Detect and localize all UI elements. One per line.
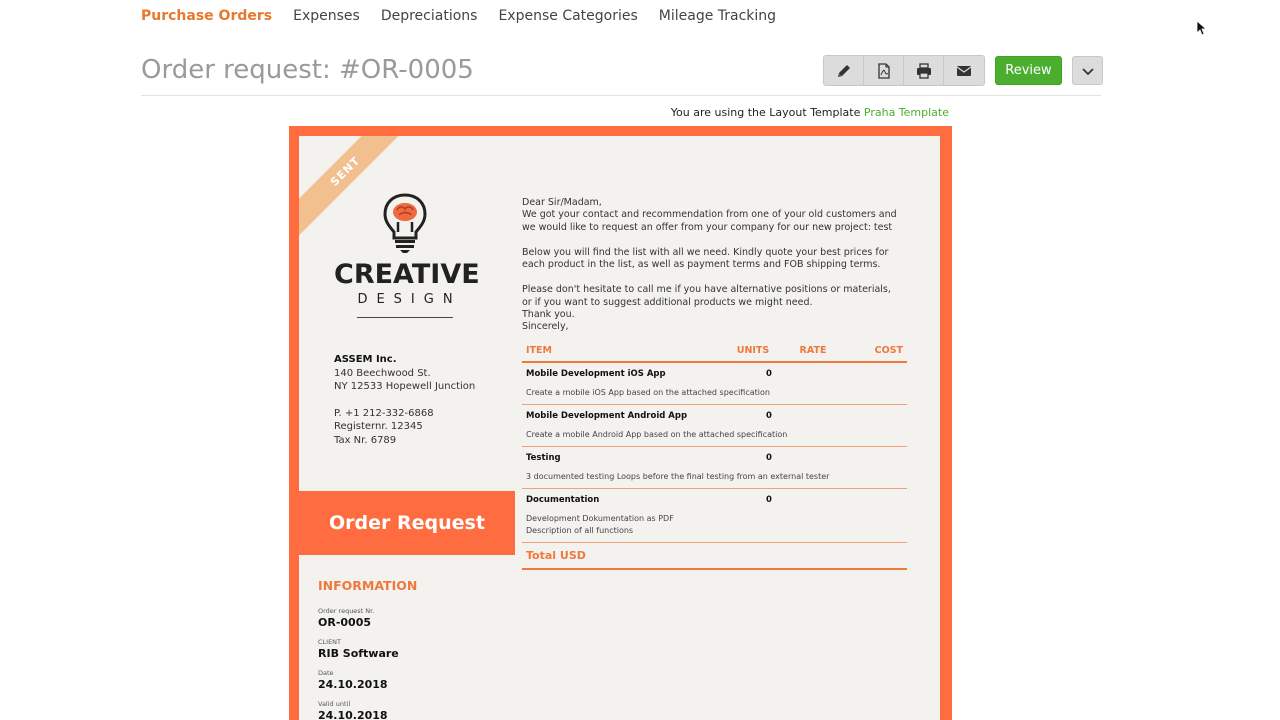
info-value: OR-0005 <box>318 616 372 629</box>
letter-thanks: Thank you. <box>522 309 575 321</box>
column-item: ITEM <box>526 345 552 356</box>
nav-expense-categories[interactable]: Expense Categories <box>498 6 637 26</box>
letter-greeting: Dear Sir/Madam, <box>522 197 602 208</box>
logo-title: CREATIVE <box>334 259 480 290</box>
layout-template-note: You are using the Layout Template Praha … <box>671 106 949 119</box>
total-label: Total USD <box>526 549 586 562</box>
info-value: 24.10.2018 <box>318 709 388 720</box>
info-label: CLIENT <box>318 638 342 646</box>
item-units: 0 <box>766 495 772 505</box>
company-phone: P. +1 212-332-6868 <box>334 407 434 419</box>
item-description: Development Dokumentation as PDF Descrip… <box>526 513 903 537</box>
item-description-line: Description of all functions <box>526 526 634 535</box>
item-description: Create a mobile Android App based on the… <box>526 430 788 439</box>
document-preview: SENT CREATIVE DESIGN ASSEM Inc. 140 Beec… <box>289 126 952 720</box>
item-description: Create a mobile iOS App based on the att… <box>526 388 770 397</box>
lightbulb-brain-icon <box>383 193 427 253</box>
print-icon <box>916 62 931 79</box>
info-label: Valid until <box>318 700 351 708</box>
company-street: 140 Beechwood St. <box>334 367 431 379</box>
mouse-cursor-icon <box>1196 20 1206 36</box>
pencil-icon <box>837 64 850 77</box>
info-value: RIB Software <box>318 647 399 660</box>
table-row: Documentation 0 Development Dokumentatio… <box>522 489 907 543</box>
pdf-button[interactable] <box>864 56 904 85</box>
item-units: 0 <box>766 453 772 463</box>
email-button[interactable] <box>944 56 984 85</box>
item-units: 0 <box>766 369 772 379</box>
logo-divider <box>357 317 453 318</box>
letter-request: Below you will find the list with all we… <box>522 246 889 271</box>
letter-intro: We got your contact and recommendation f… <box>522 209 897 233</box>
letter-closing: Please don't hesitate to call me if you … <box>522 284 891 308</box>
items-table-header: ITEM UNITS RATE COST <box>522 341 907 363</box>
nav-mileage-tracking[interactable]: Mileage Tracking <box>659 6 776 26</box>
toolbar: Review <box>823 55 1103 86</box>
table-row: Mobile Development iOS App 0 Create a mo… <box>522 363 907 405</box>
item-description: 3 documented testing Loops before the fi… <box>526 472 830 481</box>
table-row: Testing 0 3 documented testing Loops bef… <box>522 447 907 489</box>
more-actions-button[interactable] <box>1072 56 1103 85</box>
page-title: Order request: #OR-0005 <box>141 55 474 85</box>
info-label: Date <box>318 669 334 677</box>
pdf-icon <box>877 62 890 79</box>
edit-button[interactable] <box>824 56 864 85</box>
letter-signoff: Sincerely, <box>522 321 569 333</box>
item-name: Mobile Development Android App <box>526 411 688 421</box>
company-tax: Tax Nr. 6789 <box>334 434 397 446</box>
nav-expenses[interactable]: Expenses <box>293 6 360 26</box>
document-type-band: Order Request <box>299 491 515 555</box>
total-row: Total USD <box>522 543 907 570</box>
item-description-line: Development Dokumentation as PDF <box>526 514 674 523</box>
column-units: UNITS <box>736 345 770 356</box>
info-label: Order request Nr. <box>318 607 375 615</box>
title-divider <box>141 95 1101 96</box>
chevron-down-icon <box>1081 67 1094 75</box>
company-address: ASSEM Inc. 140 Beechwood St. NY 12533 Ho… <box>334 353 475 447</box>
items-table: ITEM UNITS RATE COST Mobile Development … <box>522 341 907 570</box>
logo-subtitle: DESIGN <box>357 292 462 307</box>
layout-note-prefix: You are using the Layout Template <box>670 106 861 119</box>
item-name: Documentation <box>526 495 600 505</box>
review-button[interactable]: Review <box>995 56 1062 85</box>
table-row: Mobile Development Android App 0 Create … <box>522 405 907 447</box>
column-cost: COST <box>874 345 903 356</box>
company-register: Registernr. 12345 <box>334 421 423 432</box>
nav-depreciations[interactable]: Depreciations <box>381 6 478 26</box>
item-name: Testing <box>526 453 561 463</box>
layout-template-link[interactable]: Praha Template <box>864 106 949 119</box>
letter-body: Dear Sir/Madam, We got your contact and … <box>522 197 902 334</box>
tool-group <box>823 55 985 86</box>
information-heading: INFORMATION <box>318 578 418 593</box>
column-rate: RATE <box>799 345 827 356</box>
info-value: 24.10.2018 <box>318 678 388 691</box>
company-city: NY 12533 Hopewell Junction <box>334 381 476 392</box>
mail-icon <box>956 65 972 76</box>
document-page: SENT CREATIVE DESIGN ASSEM Inc. 140 Beec… <box>299 136 940 720</box>
print-button[interactable] <box>904 56 944 85</box>
nav-purchase-orders[interactable]: Purchase Orders <box>141 6 272 26</box>
company-name: ASSEM Inc. <box>334 354 397 365</box>
item-name: Mobile Development iOS App <box>526 369 666 379</box>
company-logo: CREATIVE DESIGN <box>334 192 480 318</box>
item-units: 0 <box>766 411 772 421</box>
information-section: INFORMATION Order request Nr. OR-0005 CL… <box>318 578 417 720</box>
top-nav: Purchase Orders Expenses Depreciations E… <box>141 6 776 26</box>
